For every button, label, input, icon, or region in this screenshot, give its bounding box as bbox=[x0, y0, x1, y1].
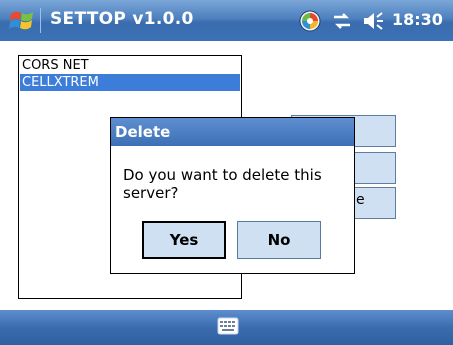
dialog-title: Delete bbox=[111, 118, 354, 146]
yes-button[interactable]: Yes bbox=[142, 221, 226, 259]
no-button[interactable]: No bbox=[237, 221, 321, 259]
sync-status-icon[interactable] bbox=[299, 10, 321, 32]
title-separator bbox=[40, 8, 41, 33]
keyboard-icon[interactable] bbox=[217, 317, 239, 335]
side-button-3-label: e bbox=[356, 192, 365, 208]
list-item[interactable]: CELLXTREM bbox=[20, 74, 240, 91]
app-title: SETTOP v1.0.0 bbox=[50, 9, 194, 29]
connectivity-icon[interactable] bbox=[331, 12, 353, 30]
title-bar: SETTOP v1.0.0 18:30 bbox=[0, 0, 453, 41]
volume-icon[interactable] bbox=[362, 11, 384, 31]
list-item[interactable]: CORS NET bbox=[20, 57, 240, 74]
bottom-bar bbox=[0, 310, 453, 345]
dialog-message: Do you want to delete this server? bbox=[123, 166, 322, 202]
delete-dialog: Delete Do you want to delete this server… bbox=[110, 117, 355, 274]
clock[interactable]: 18:30 bbox=[392, 10, 443, 29]
windows-start-icon[interactable] bbox=[8, 6, 36, 34]
